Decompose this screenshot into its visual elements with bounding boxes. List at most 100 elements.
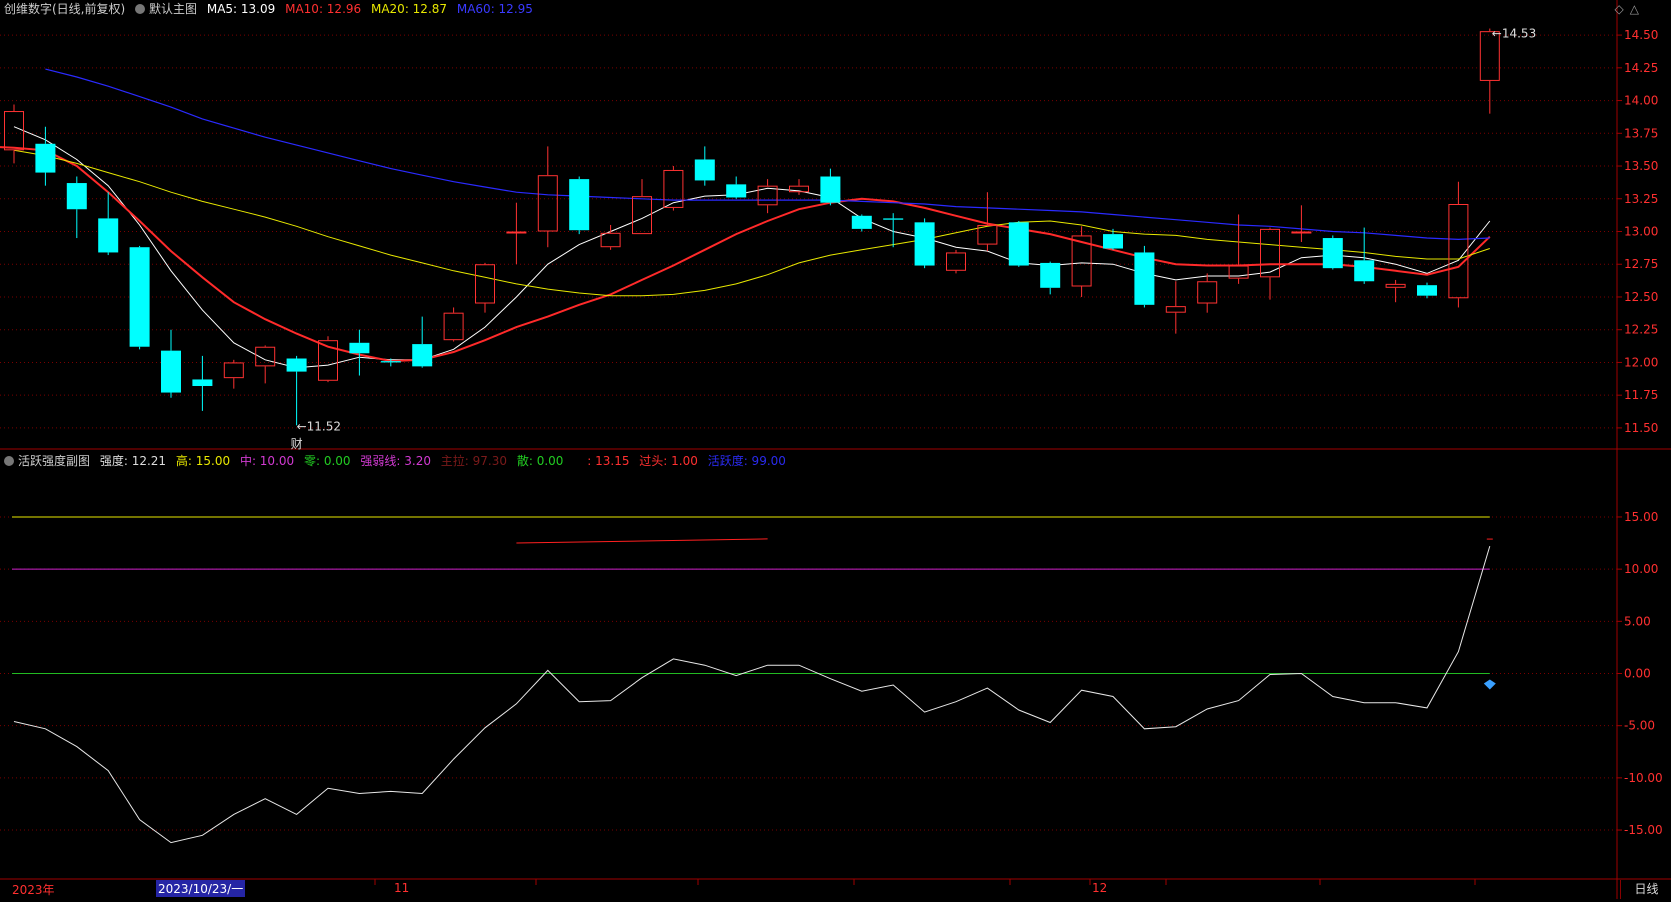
settings-icon[interactable]: [135, 4, 146, 14]
candle[interactable]: [914, 218, 935, 269]
candle[interactable]: [1448, 181, 1469, 308]
main-chart-label[interactable]: 默认主图: [135, 2, 197, 16]
month-label-nov: 11: [394, 881, 410, 895]
candle[interactable]: [946, 249, 966, 274]
diamond-icon[interactable]: ◇: [1615, 2, 1624, 16]
candle[interactable]: [757, 179, 778, 214]
finance-marker[interactable]: 财: [291, 437, 303, 451]
mid-value: 中: 10.00: [239, 454, 295, 468]
candle-body: [851, 215, 872, 229]
price-tick-label: 14.50: [1624, 28, 1658, 42]
candle-body: [4, 111, 24, 151]
candle[interactable]: [98, 192, 119, 256]
candle-body: [443, 312, 464, 341]
candle[interactable]: [1417, 282, 1437, 299]
strength-tick-label: 5.00: [1624, 614, 1651, 628]
price-tick-label: 11.50: [1624, 421, 1658, 435]
candle[interactable]: [851, 214, 872, 232]
candle[interactable]: [412, 316, 433, 368]
candle[interactable]: [255, 345, 276, 384]
candle[interactable]: [223, 359, 244, 389]
candle-body: [977, 224, 998, 245]
candle[interactable]: [663, 166, 684, 211]
candle[interactable]: [475, 262, 495, 313]
main-chart-label-text: 默认主图: [149, 2, 198, 16]
period-tab[interactable]: 日线: [1620, 880, 1671, 899]
candle[interactable]: [129, 245, 150, 350]
price-tick-label: 13.25: [1624, 192, 1658, 206]
low-price-label: ←11.52: [297, 419, 341, 433]
candle-body: [35, 143, 56, 173]
candle-body: [286, 358, 307, 372]
candle-body: [66, 183, 87, 210]
ma5-value: MA5: 13.09: [206, 2, 276, 16]
candle[interactable]: [443, 307, 464, 342]
candle-body: [506, 231, 527, 234]
candle[interactable]: [1040, 261, 1061, 295]
strength-tick-label: 10.00: [1624, 562, 1658, 576]
candle[interactable]: [883, 213, 904, 248]
candle[interactable]: [66, 176, 87, 239]
candle[interactable]: [1322, 235, 1343, 270]
ma20-value: MA20: 12.87: [370, 2, 448, 16]
candle[interactable]: [569, 176, 590, 235]
strength-tick-label: -5.00: [1624, 719, 1655, 733]
candle[interactable]: [1354, 227, 1375, 284]
candle-body: [663, 169, 684, 208]
candle[interactable]: [820, 168, 841, 206]
ma-line-ma60: [45, 68, 1490, 241]
candle[interactable]: [726, 176, 747, 199]
candle[interactable]: [1071, 226, 1092, 297]
settings-icon[interactable]: [4, 456, 14, 466]
strength-tick-label: -10.00: [1624, 771, 1663, 785]
diamond-icon: [1483, 679, 1496, 690]
candle-body: [161, 350, 181, 393]
candle[interactable]: [537, 146, 558, 248]
candle-body: [1385, 283, 1406, 288]
price-tick-label: 12.50: [1624, 290, 1658, 304]
moving-average-lines: [0, 68, 1491, 369]
ma-line-ma20: [13, 149, 1490, 297]
candle[interactable]: [632, 179, 652, 235]
chart-stage[interactable]: 11.50 11.75 12.00 12.25 12.50 12.75 13.00 13.25…: [0, 0, 1671, 899]
candle[interactable]: [694, 146, 715, 186]
candle-body: [98, 218, 119, 253]
retail-value: 散: 0.00: [516, 454, 564, 468]
candle[interactable]: [1008, 221, 1029, 267]
candle[interactable]: [506, 202, 527, 265]
stock-title[interactable]: 创维数字(日线,前复权): [4, 2, 125, 16]
candle[interactable]: [1385, 279, 1406, 303]
candle[interactable]: [4, 104, 24, 164]
chart-canvas[interactable]: 11.50 11.75 12.00 12.25 12.50 12.75 13.00 13.25…: [0, 0, 1671, 899]
price-tick-label: 14.00: [1624, 94, 1658, 108]
candle[interactable]: [161, 329, 181, 398]
ma60-value: MA60: 12.95: [456, 2, 533, 16]
month-label-dec: 12: [1092, 881, 1108, 895]
candle-body: [1322, 238, 1343, 269]
sub-chart-title[interactable]: 活跃强度副图: [4, 454, 90, 468]
candle[interactable]: [1291, 205, 1312, 242]
zero-value: 零: 0.00: [303, 454, 351, 468]
candle[interactable]: [349, 329, 370, 376]
candle-body: [726, 184, 747, 198]
candle[interactable]: [286, 355, 307, 426]
ma10-value: MA10: 12.96: [285, 2, 362, 16]
candle[interactable]: [1197, 273, 1218, 313]
strength-line: [13, 545, 1491, 844]
candle[interactable]: [1134, 245, 1155, 308]
candle-body: [1134, 252, 1155, 305]
candle-body: [1291, 231, 1312, 234]
overhead-value: 过头: 1.00: [639, 454, 698, 468]
candle[interactable]: [192, 355, 213, 411]
candle-body: [1448, 204, 1469, 299]
price-tick-label: 13.00: [1624, 225, 1658, 239]
ma-line-ma10: [0, 146, 1491, 363]
year-label: 2023年: [12, 883, 55, 897]
candle[interactable]: [35, 126, 56, 186]
strength-tick-label: 15.00: [1624, 510, 1658, 524]
candle[interactable]: [1165, 281, 1186, 334]
candle-body: [129, 247, 150, 347]
price-tick-label: 12.75: [1624, 257, 1658, 271]
triangle-up-icon[interactable]: △: [1630, 2, 1639, 16]
sub-chart-header: 活跃强度副图 强度: 12.21 高: 15.00 中: 10.00 零: 0.…: [0, 452, 792, 470]
